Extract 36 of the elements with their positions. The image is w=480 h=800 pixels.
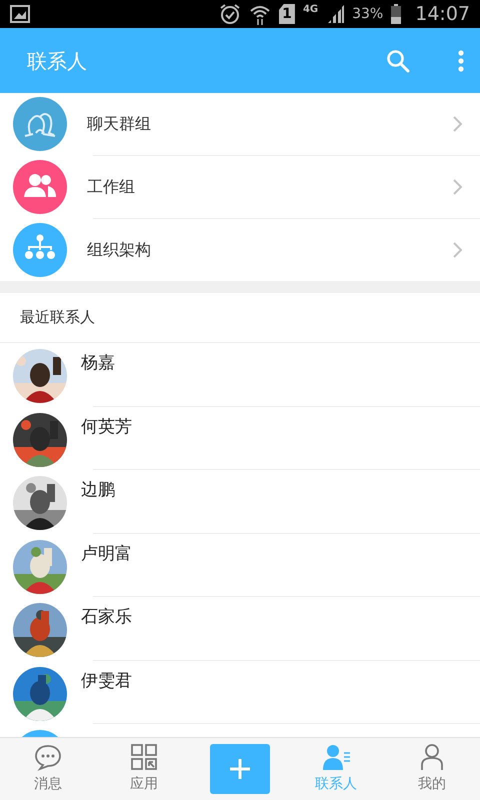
battery-level: 33% bbox=[352, 4, 384, 24]
tab[interactable]: 应用 bbox=[96, 743, 192, 795]
tab[interactable]: 消息 bbox=[0, 743, 96, 795]
chevron-icon bbox=[453, 179, 462, 195]
contact-name: 杨嘉 bbox=[81, 352, 115, 375]
chevron-icon bbox=[453, 242, 462, 258]
group-label: 聊天群组 bbox=[87, 113, 152, 135]
battery-icon bbox=[391, 4, 402, 24]
apps-grid-icon bbox=[130, 743, 158, 771]
person-icon bbox=[418, 743, 446, 771]
contact-name: 石家乐 bbox=[81, 606, 132, 629]
contact-name: 边鹏 bbox=[81, 479, 115, 502]
add-button[interactable] bbox=[210, 744, 270, 794]
group-label: 组织架构 bbox=[87, 239, 152, 261]
contacts-icon bbox=[322, 743, 350, 771]
more-icon bbox=[458, 50, 464, 72]
group-label: 工作组 bbox=[87, 176, 136, 198]
plus-icon bbox=[229, 758, 251, 780]
contact-name: 卢明富 bbox=[81, 542, 132, 566]
chevron-icon bbox=[453, 116, 462, 132]
tab[interactable]: 我的 bbox=[384, 743, 480, 795]
contact-name: 伊雯君 bbox=[81, 670, 132, 692]
chat-bubble-icon bbox=[34, 743, 62, 771]
network-type: 4G bbox=[302, 2, 318, 17]
section-header: 最近联系人 bbox=[20, 307, 95, 328]
menu-button[interactable] bbox=[458, 48, 464, 72]
sim-icon: 1 bbox=[278, 4, 295, 24]
signal-icon bbox=[326, 5, 344, 23]
alarm-icon bbox=[218, 3, 241, 25]
search-button[interactable] bbox=[386, 48, 410, 73]
wifi-icon bbox=[248, 3, 271, 25]
search-icon bbox=[386, 48, 410, 73]
screen-title: 联系人 bbox=[27, 48, 88, 74]
status-time: 14:07 bbox=[415, 2, 470, 27]
contact-name: 何英芳 bbox=[81, 416, 132, 438]
image-icon bbox=[10, 5, 30, 23]
